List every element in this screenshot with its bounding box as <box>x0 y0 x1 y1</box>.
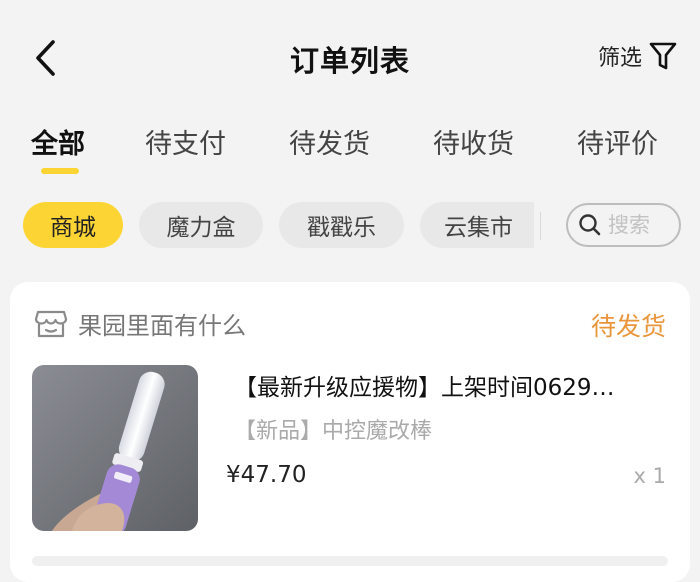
shop-row[interactable]: 果园里面有什么 <box>34 306 246 341</box>
funnel-icon <box>649 42 677 70</box>
app-header: 订单列表 筛选 <box>0 0 700 110</box>
tab-pending-shipment[interactable]: 待发货 <box>289 122 370 161</box>
chip-poke-fun[interactable]: 戳戳乐 <box>279 202 404 248</box>
filter-label: 筛选 <box>597 46 642 71</box>
product-title[interactable]: 【最新升级应援物】上架时间0629… <box>234 368 666 402</box>
filter-button[interactable]: 筛选 <box>598 40 678 72</box>
tab-pending-review[interactable]: 待评价 <box>577 122 658 161</box>
order-status-badge: 待发货 <box>590 312 666 341</box>
chip-magic-box[interactable]: 魔力盒 <box>139 202 263 248</box>
search-box[interactable] <box>566 203 681 247</box>
page-title: 订单列表 <box>289 44 410 78</box>
product-image[interactable] <box>32 365 198 531</box>
search-input[interactable] <box>608 213 668 237</box>
chip-divider <box>540 212 541 240</box>
search-icon <box>579 214 601 236</box>
tab-pending-payment[interactable]: 待支付 <box>145 122 226 161</box>
shop-name: 果园里面有什么 <box>78 312 246 340</box>
product-spec: 【新品】中控魔改棒 <box>234 419 433 444</box>
light-stick-photo <box>32 365 198 531</box>
order-card[interactable]: 果园里面有什么 待发货 【最新升级应援物】上架时间0629… 【新品】中控魔改棒… <box>10 282 690 582</box>
store-icon <box>34 310 68 337</box>
tab-pending-receipt[interactable]: 待收货 <box>433 122 514 161</box>
next-order-card-edge <box>32 556 668 566</box>
chip-mall[interactable]: 商城 <box>23 202 123 248</box>
active-tab-indicator <box>41 168 79 174</box>
chip-cloud-market[interactable]: 云集市 <box>420 202 534 248</box>
product-quantity: x 1 <box>633 464 666 488</box>
product-price: ¥47.70 <box>226 462 307 488</box>
tab-all[interactable]: 全部 <box>31 122 85 161</box>
order-tabs: 全部 待支付 待发货 待收货 待评价 <box>0 118 700 178</box>
